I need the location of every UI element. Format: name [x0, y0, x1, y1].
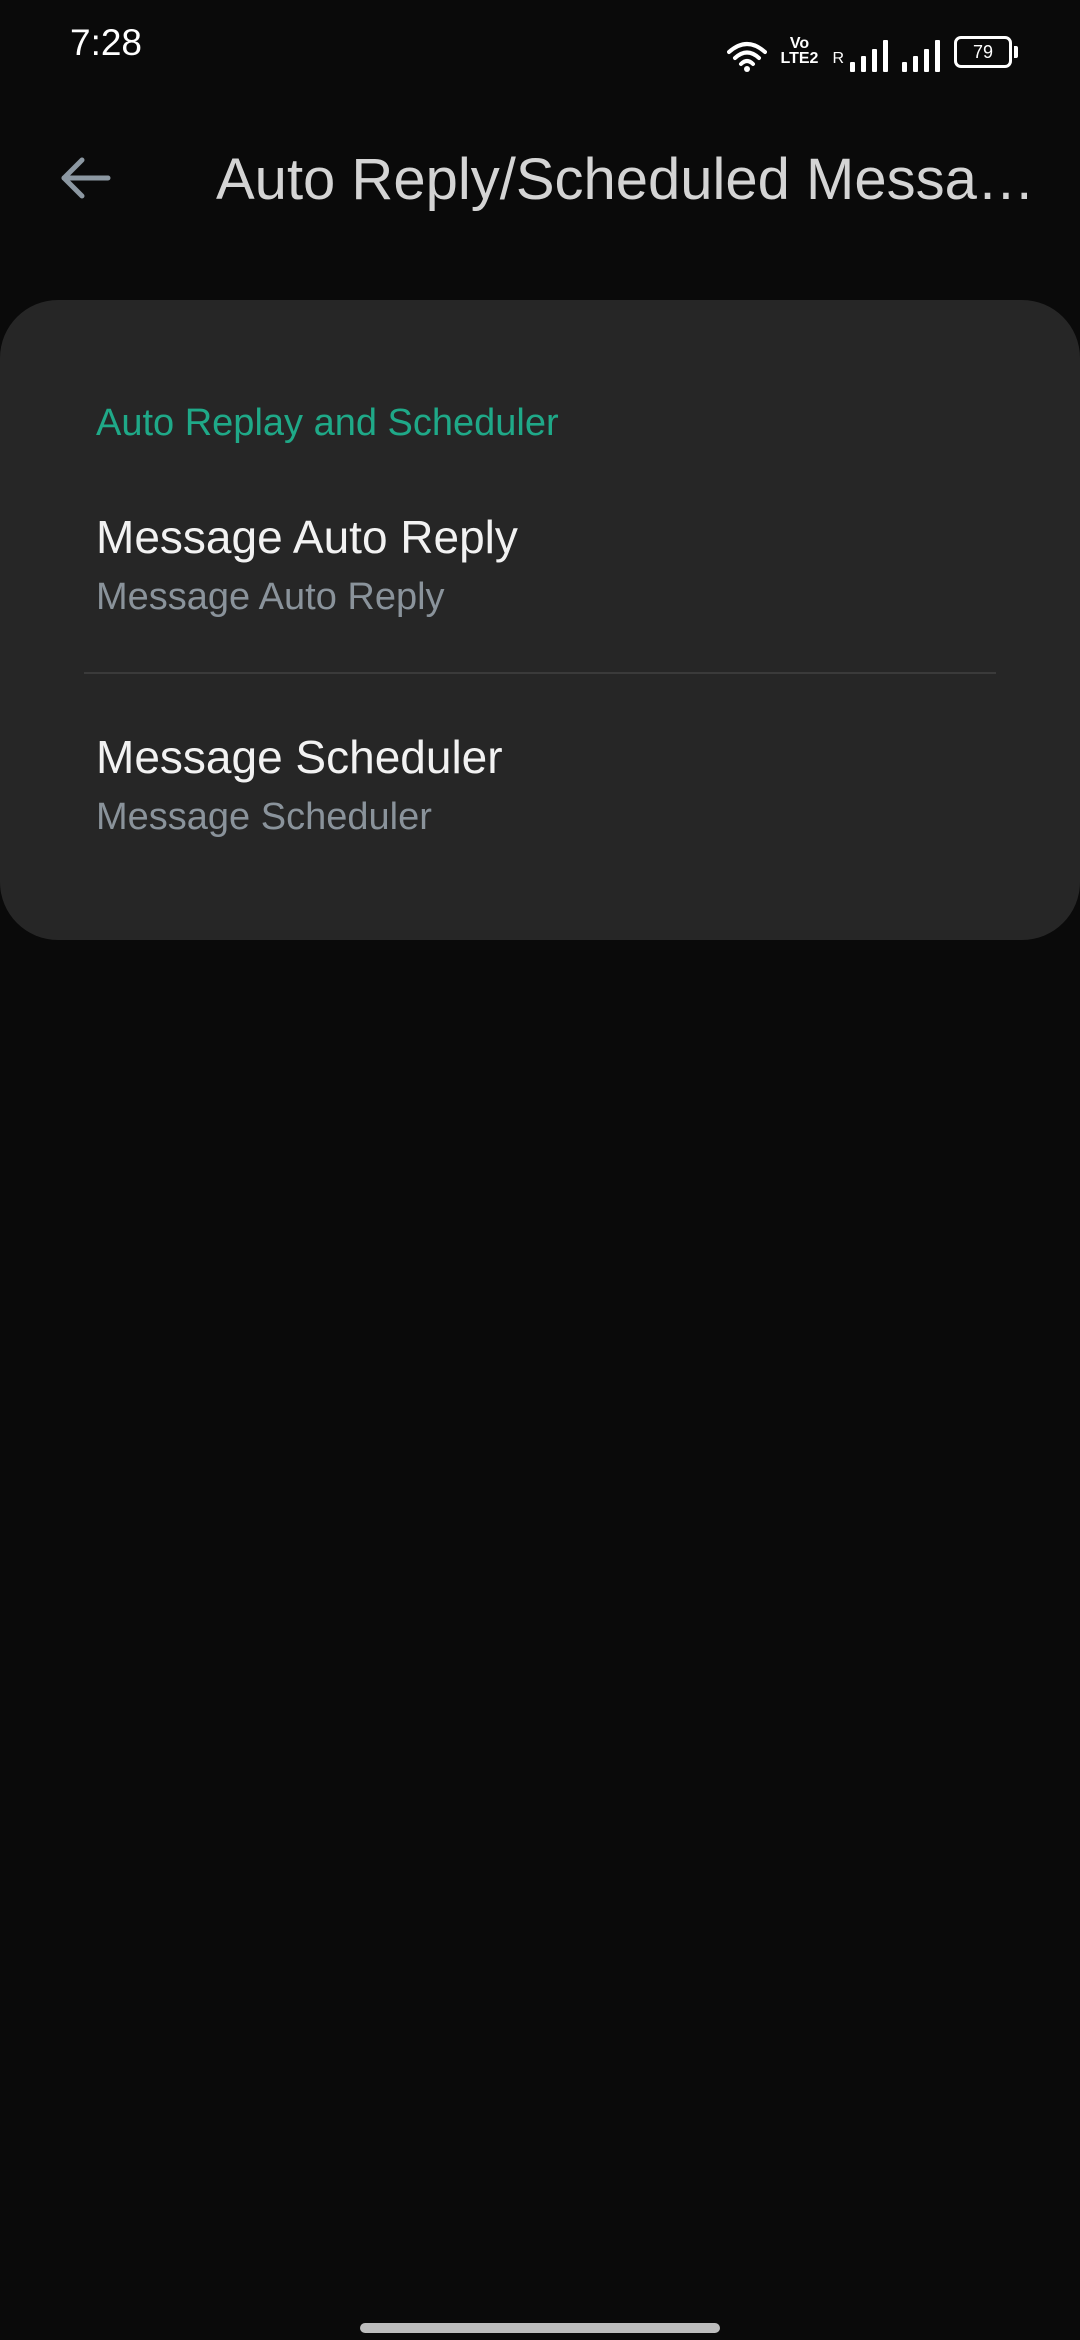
roaming-indicator: R	[832, 50, 844, 67]
home-indicator[interactable]	[360, 2323, 720, 2333]
status-time: 7:28	[70, 22, 143, 63]
volte-icon: Vo LTE2	[781, 36, 819, 72]
section-header: Auto Replay and Scheduler	[96, 402, 559, 444]
wifi-icon	[726, 40, 767, 72]
pref-summary: Message Scheduler	[96, 796, 432, 838]
pref-title: Message Scheduler	[96, 731, 503, 783]
back-button[interactable]	[40, 140, 130, 220]
app-bar: Auto Reply/Scheduled Messages	[0, 120, 1080, 240]
pref-title: Message Auto Reply	[96, 511, 518, 563]
pref-summary: Message Auto Reply	[96, 576, 445, 618]
volte-top-label: Vo	[789, 35, 810, 52]
divider	[84, 672, 996, 674]
status-icons: Vo LTE2 R 79	[726, 26, 1018, 72]
screen: 7:28 Vo LTE2 R 79 Auto Reply/Scheduled M…	[0, 0, 1080, 2340]
arrow-left-icon	[58, 155, 112, 205]
volte-bottom-label: LTE2	[780, 50, 819, 67]
page-title: Auto Reply/Scheduled Messages	[216, 147, 1046, 212]
settings-card: Auto Replay and Scheduler Message Auto R…	[0, 300, 1080, 940]
status-bar: 7:28 Vo LTE2 R 79	[0, 0, 1080, 100]
signal-icon	[902, 40, 940, 72]
message-auto-reply-item[interactable]: Message Auto Reply Message Auto Reply	[0, 500, 1080, 670]
battery-icon: 79	[954, 36, 1018, 68]
message-scheduler-item[interactable]: Message Scheduler Message Scheduler	[0, 720, 1080, 890]
signal-icon	[850, 40, 888, 72]
